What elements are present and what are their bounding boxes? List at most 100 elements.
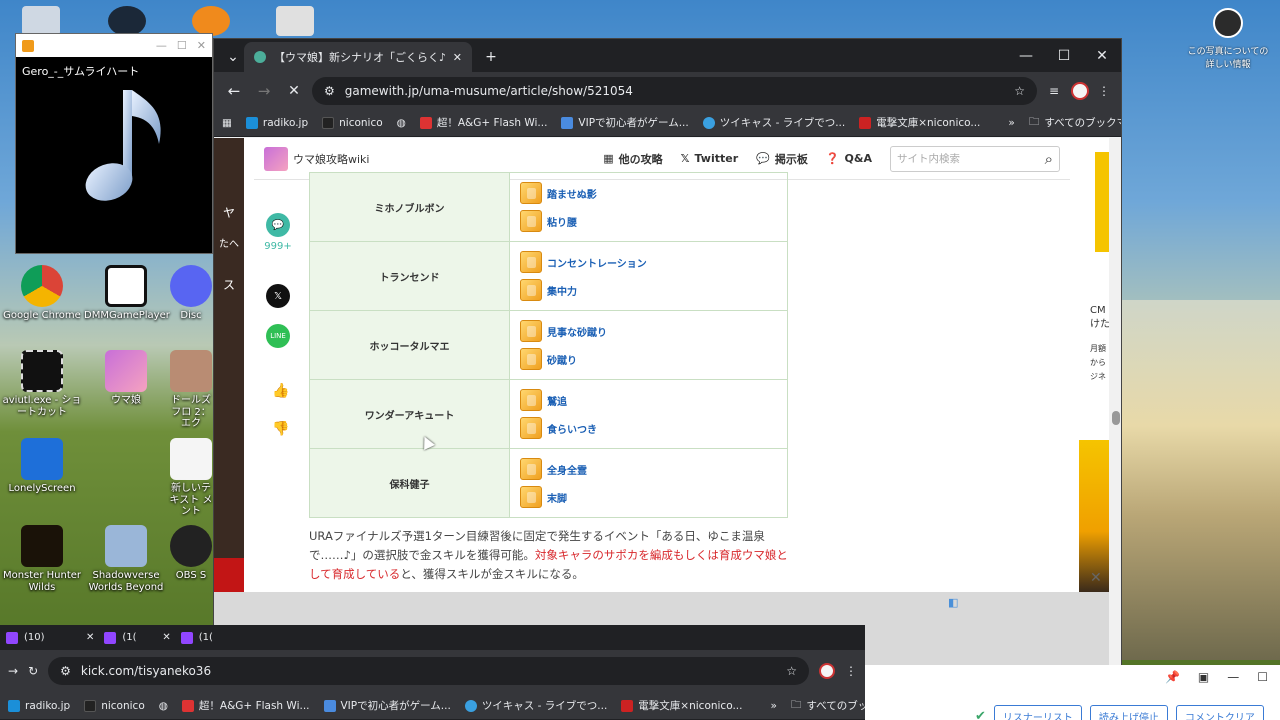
profile-avatar[interactable] <box>1071 81 1089 100</box>
x-share-icon[interactable]: 𝕏 <box>266 284 290 308</box>
minimize-icon[interactable]: — <box>156 39 167 52</box>
bookmark-dengeki[interactable]: 電撃文庫×niconico... <box>621 698 742 713</box>
site-info-icon[interactable]: ⚙ <box>60 664 71 678</box>
bookmark-dengeki[interactable]: 電撃文庫×niconico... <box>859 115 980 130</box>
clear-comments-button[interactable]: コメントクリア <box>1175 705 1264 720</box>
desktop-icon-discord[interactable]: Disc <box>168 265 214 322</box>
tab-close-icon[interactable]: ✕ <box>162 632 170 643</box>
skill-link[interactable]: 粘り腰 <box>510 207 787 235</box>
menu-icon[interactable]: ⋮ <box>845 664 857 678</box>
bookmarks-overflow-icon[interactable]: » <box>1008 117 1014 129</box>
nav-board[interactable]: 💬 掲示板 <box>756 151 808 167</box>
pin-icon[interactable]: 📌 <box>1165 670 1180 684</box>
bookmark-radiko[interactable]: radiko.jp <box>8 699 70 712</box>
bookmarks-overflow-icon[interactable]: » <box>770 700 776 712</box>
skill-link[interactable]: 集中力 <box>510 276 787 304</box>
site-info-icon[interactable]: ⚙ <box>324 84 335 98</box>
bookmark-globe[interactable]: ◍ <box>397 117 406 129</box>
close-icon[interactable]: ✕ <box>197 39 206 52</box>
desktop-icon-aviutl[interactable]: aviutl.exe - ショートカット <box>0 350 84 418</box>
profile-avatar[interactable] <box>819 663 835 679</box>
browser-window[interactable]: ⌄ 【ウマ娘】新シナリオ「ごくらく♪ゆこま ✕ + — ☐ ✕ ← → ✕ ⚙ … <box>213 38 1122 667</box>
desktop-icon-chrome[interactable]: Google Chrome <box>0 265 84 322</box>
bookmark-niconico[interactable]: niconico <box>322 116 383 129</box>
comment-tool-window[interactable]: 📌 ▣ — ☐ ✔ リスナーリスト 読み上げ停止 コメントクリア <box>865 665 1280 720</box>
desktop-icon-dmm[interactable]: DMMGamePlayer <box>84 265 170 322</box>
stop-reading-button[interactable]: 読み上げ停止 <box>1089 705 1168 720</box>
line-share-icon[interactable]: LINE <box>266 324 290 348</box>
forward-icon[interactable]: → <box>8 664 18 678</box>
app-icon-character[interactable] <box>276 6 314 36</box>
bookmark-niconico[interactable]: niconico <box>84 699 145 712</box>
page-scrollbar[interactable] <box>1109 138 1121 666</box>
minimize-icon[interactable]: — <box>1007 39 1045 72</box>
desktop-icon-obs[interactable]: OBS S <box>168 525 214 582</box>
bookmark-ag[interactable]: 超！A&G+ Flash Wi... <box>181 698 310 713</box>
bookmark-star-icon[interactable]: ☆ <box>1014 84 1025 98</box>
photo-info-widget[interactable]: この写真についての詳しい情報 <box>1186 8 1270 70</box>
comment-icon[interactable]: 💬 <box>266 213 290 237</box>
close-icon[interactable]: ✕ <box>1083 39 1121 72</box>
scrollbar-thumb[interactable] <box>1112 411 1120 425</box>
second-address-bar[interactable]: ⚙ kick.com/tisyaneko36 ☆ <box>48 657 809 685</box>
all-bookmarks-folder[interactable]: 🗀すべてのブックマーク <box>1029 114 1121 132</box>
minimize-icon[interactable]: — <box>1227 670 1239 684</box>
desktop-icon-shadowverse[interactable]: Shadowverse Worlds Beyond <box>84 525 168 593</box>
maximize-icon[interactable]: ☐ <box>177 39 187 52</box>
new-tab-icon[interactable]: + <box>472 42 510 72</box>
app-icon-orange[interactable] <box>192 6 230 36</box>
url-text[interactable]: gamewith.jp/uma-musume/article/show/5210… <box>345 84 1004 98</box>
adchoices-icon[interactable]: ◧ <box>948 596 958 609</box>
tab-twitch-1[interactable]: (10) <box>6 631 76 644</box>
bookmark-vip[interactable]: VIPで初心者がゲーム... <box>323 698 451 713</box>
skill-link[interactable]: 砂蹴り <box>510 345 787 373</box>
media-control-icon[interactable]: ≡ <box>1043 84 1065 98</box>
desktop-icon-monsterhunter[interactable]: Monster Hunter Wilds <box>0 525 84 593</box>
desktop-icon-textfile[interactable]: 新しいテキスト メント <box>168 438 214 518</box>
steam-icon[interactable] <box>108 6 146 36</box>
bookmark-twitcasting[interactable]: ツイキャス - ライブでつ... <box>702 115 845 130</box>
skill-link[interactable]: 鷲追 <box>510 386 787 414</box>
skill-link[interactable]: 見事な砂蹴り <box>510 317 787 345</box>
nav-twitter[interactable]: 𝕏 Twitter <box>681 152 739 165</box>
bookmark-star-icon[interactable]: ☆ <box>786 664 797 678</box>
skill-link[interactable]: 食らいつき <box>510 414 787 442</box>
back-icon[interactable]: ← <box>222 82 246 100</box>
second-browser-window[interactable]: (10) ✕ (1( ✕ (1( → ↻ ⚙ kick.com/tisyanek… <box>0 625 910 720</box>
nav-qa[interactable]: ❓ Q&A <box>826 152 872 165</box>
bookmark-twitcasting[interactable]: ツイキャス - ライブでつ... <box>464 698 607 713</box>
bookmark-vip[interactable]: VIPで初心者がゲーム... <box>561 115 689 130</box>
site-search-input[interactable]: サイト内検索 ⌕ <box>890 145 1060 172</box>
tab-twitch-2[interactable]: (1( <box>104 631 152 644</box>
search-icon[interactable]: ⌕ <box>1045 150 1053 168</box>
skill-link[interactable]: 全身全霊 <box>510 455 787 483</box>
reload-icon[interactable]: ↻ <box>28 664 38 678</box>
skill-link[interactable]: コンセントレーション <box>510 248 787 276</box>
bookmark-globe[interactable]: ◍ <box>159 700 168 712</box>
stop-icon[interactable]: ✕ <box>282 83 306 99</box>
ad-close-icon[interactable]: ✕ <box>1090 570 1106 586</box>
nav-other-guides[interactable]: ▦ 他の攻略 <box>603 151 662 167</box>
desktop-icon-lonelyscreen[interactable]: LonelyScreen <box>0 438 84 495</box>
thumbs-up-icon[interactable]: 👍 <box>272 383 289 399</box>
maximize-icon[interactable]: ☐ <box>1045 39 1083 72</box>
skill-link[interactable]: 踏ませぬ影 <box>510 179 787 207</box>
desktop-icon-dolls[interactable]: ドールズフロ 2：エク <box>168 350 214 430</box>
forward-icon[interactable]: → <box>252 82 276 100</box>
maximize-icon[interactable]: ☐ <box>1257 670 1268 684</box>
skill-link[interactable]: 末脚 <box>510 483 787 511</box>
menu-icon[interactable]: ⋮ <box>1095 84 1113 98</box>
tab-active[interactable]: 【ウマ娘】新シナリオ「ごくらく♪ゆこま ✕ <box>244 42 472 72</box>
tab-close-icon[interactable]: ✕ <box>86 632 94 643</box>
listener-list-button[interactable]: リスナーリスト <box>993 705 1082 720</box>
thumbs-down-icon[interactable]: 👎 <box>272 421 289 437</box>
tab-twitch-3[interactable]: (1( <box>180 631 229 644</box>
recycle-bin-icon[interactable] <box>22 6 60 36</box>
window-mode-icon[interactable]: ▣ <box>1198 670 1209 684</box>
tab-search-chevron-icon[interactable]: ⌄ <box>222 42 244 72</box>
bookmark-ag[interactable]: 超！A&G+ Flash Wi... <box>419 115 547 130</box>
desktop-icon-umamusume[interactable]: ウマ娘 <box>84 350 168 407</box>
bookmark-radiko[interactable]: radiko.jp <box>245 116 308 129</box>
apps-grid-icon[interactable]: ▦ <box>222 117 232 129</box>
tab-close-icon[interactable]: ✕ <box>453 51 462 64</box>
